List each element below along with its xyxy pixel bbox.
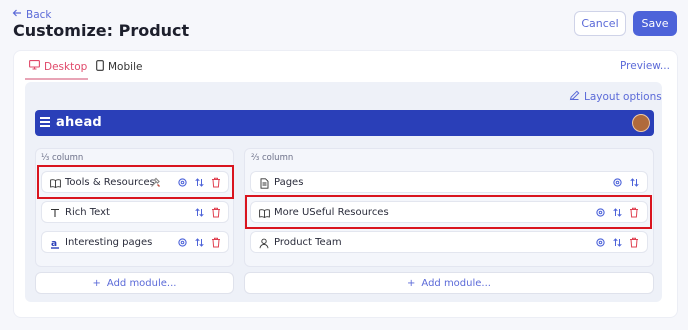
arrow-left-icon bbox=[12, 8, 22, 21]
user-icon bbox=[258, 237, 270, 249]
module-label: Interesting pages bbox=[65, 237, 153, 248]
site-header-preview: ahead bbox=[35, 110, 654, 136]
brand-logo: ahead bbox=[56, 115, 102, 130]
tab-mobile-label: Mobile bbox=[108, 61, 143, 73]
gear-icon[interactable] bbox=[177, 237, 188, 248]
module-label: Pages bbox=[274, 177, 304, 188]
tab-desktop-label: Desktop bbox=[44, 60, 88, 73]
module-pages[interactable]: Pages bbox=[250, 171, 648, 193]
text-icon bbox=[49, 207, 61, 219]
ahead-logo-icon: a bbox=[49, 237, 61, 249]
module-rich-text[interactable]: Rich Text bbox=[41, 201, 229, 223]
add-module-label: Add module... bbox=[421, 277, 491, 289]
module-more-useful-resources[interactable]: More USeful Resources bbox=[250, 201, 648, 223]
trash-icon[interactable] bbox=[210, 177, 221, 188]
trash-icon[interactable] bbox=[628, 237, 639, 248]
left-column-label: ⅓ column bbox=[41, 153, 84, 163]
tools-emoji-icon bbox=[150, 177, 161, 188]
pencil-icon bbox=[569, 90, 580, 104]
reorder-icon[interactable] bbox=[629, 177, 640, 188]
cancel-button[interactable]: Cancel bbox=[574, 11, 626, 36]
plus-icon: + bbox=[92, 277, 101, 289]
add-module-button-right[interactable]: + Add module... bbox=[244, 272, 654, 294]
reorder-icon[interactable] bbox=[194, 237, 205, 248]
plus-icon: + bbox=[407, 277, 416, 289]
module-label: Rich Text bbox=[65, 207, 110, 218]
module-label: Tools & Resources bbox=[65, 177, 155, 188]
tab-desktop[interactable]: Desktop bbox=[29, 60, 87, 73]
add-module-button-left[interactable]: + Add module... bbox=[35, 272, 234, 294]
hamburger-menu-icon bbox=[40, 117, 50, 129]
reorder-icon[interactable] bbox=[612, 207, 623, 218]
preview-link[interactable]: Preview... bbox=[620, 60, 670, 72]
avatar bbox=[632, 114, 650, 132]
module-product-team[interactable]: Product Team bbox=[250, 231, 648, 253]
layout-options-button[interactable]: Layout options bbox=[569, 90, 662, 104]
mobile-icon bbox=[96, 60, 104, 74]
page-title: Customize: Product bbox=[13, 21, 190, 40]
module-tools-resources[interactable]: Tools & Resources bbox=[41, 171, 229, 193]
tab-mobile[interactable]: Mobile bbox=[96, 60, 142, 74]
gear-icon[interactable] bbox=[595, 237, 606, 248]
trash-icon[interactable] bbox=[210, 237, 221, 248]
gear-icon[interactable] bbox=[177, 177, 188, 188]
add-module-label: Add module... bbox=[106, 277, 177, 289]
gear-icon[interactable] bbox=[612, 177, 623, 188]
right-column-label: ⅔ column bbox=[251, 153, 294, 163]
trash-icon[interactable] bbox=[628, 207, 639, 218]
back-link[interactable]: Back bbox=[12, 8, 52, 21]
gear-icon[interactable] bbox=[595, 207, 606, 218]
active-tab-indicator bbox=[25, 78, 88, 80]
module-label: Product Team bbox=[274, 237, 342, 248]
trash-icon[interactable] bbox=[210, 207, 221, 218]
book-icon bbox=[49, 177, 61, 189]
back-label: Back bbox=[26, 8, 52, 21]
book-icon bbox=[258, 207, 270, 219]
module-interesting-pages[interactable]: a Interesting pages bbox=[41, 231, 229, 253]
page-icon bbox=[258, 177, 270, 189]
desktop-icon bbox=[29, 60, 40, 73]
reorder-icon[interactable] bbox=[612, 237, 623, 248]
reorder-icon[interactable] bbox=[194, 177, 205, 188]
module-label: More USeful Resources bbox=[274, 207, 389, 218]
reorder-icon[interactable] bbox=[194, 207, 205, 218]
save-button[interactable]: Save bbox=[633, 11, 677, 36]
layout-options-label: Layout options bbox=[584, 91, 662, 103]
